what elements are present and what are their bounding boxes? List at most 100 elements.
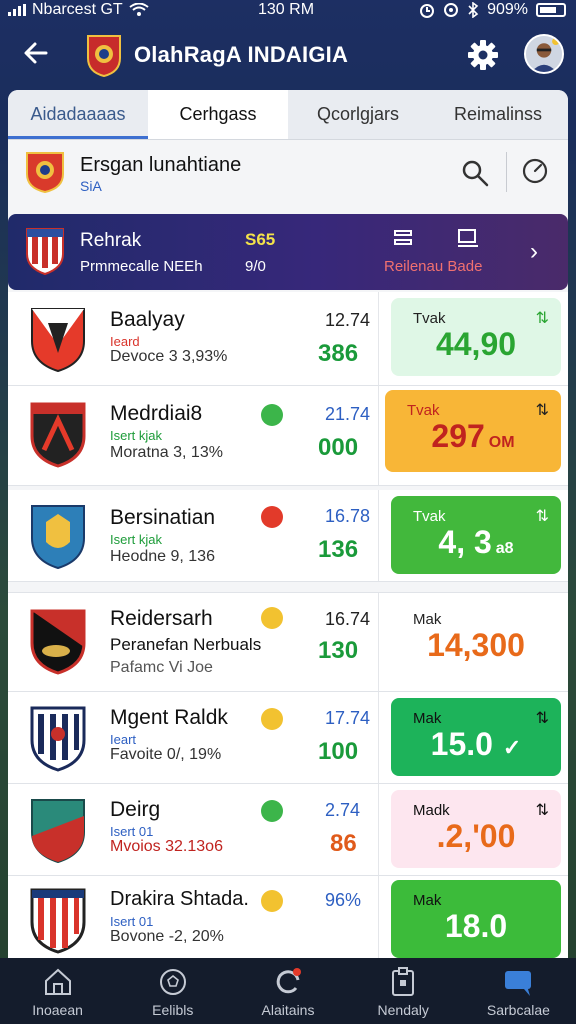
featured-match[interactable]: Rehrak Prmmecalle NEEh S65 9/0 Reilenau … xyxy=(8,214,568,290)
status-indicator xyxy=(261,890,283,912)
odds-label: Tvak xyxy=(413,508,446,525)
team-row[interactable]: Mgent Raldk Ieart Favoite 0/, 19% 17.74 … xyxy=(8,692,568,784)
odds-number: 15.0 xyxy=(430,726,493,762)
featured-score: S65 xyxy=(245,230,276,249)
refresh-icon xyxy=(276,968,301,994)
user-photo xyxy=(526,36,562,72)
chevron-right-icon: › xyxy=(530,238,538,265)
team-name: Baalyay xyxy=(110,308,185,331)
odds-box[interactable]: Mak 18.0 xyxy=(391,880,561,958)
battery-icon xyxy=(536,3,566,17)
odds-suffix: a8 xyxy=(495,540,514,557)
tab-3[interactable]: Qcorlgjars xyxy=(288,90,428,139)
team-crest-icon xyxy=(26,228,64,276)
team-percent: 16.74 xyxy=(325,609,371,629)
tab-2[interactable]: Cerhgass xyxy=(148,90,288,139)
team-tag: Isert 01 xyxy=(110,914,154,929)
team-points: 130 xyxy=(318,637,359,664)
signal-icon xyxy=(8,4,26,16)
chat-icon xyxy=(505,971,532,996)
team-meta: Devoce 3 3,93% xyxy=(110,348,228,365)
app-title: OlahRagA INDAIGIA xyxy=(134,42,349,67)
nav-label: Inoaean xyxy=(32,1002,83,1018)
search-icon xyxy=(462,160,489,187)
odds-value: 15.0 ✓ xyxy=(391,726,561,763)
sort-icon: ⇅ xyxy=(535,508,549,525)
team-percent: 12.74 xyxy=(325,310,371,330)
odds-box[interactable]: Madk ⇅ .2,'00 xyxy=(391,790,561,868)
odds-number: 297 xyxy=(431,418,485,454)
tv-icon xyxy=(458,229,478,247)
check-icon: ✓ xyxy=(502,735,522,760)
nav-calendar[interactable]: Nendaly xyxy=(346,958,461,1024)
ball-icon xyxy=(159,969,186,995)
app-logo xyxy=(87,35,121,78)
nav-label: Eelibls xyxy=(152,1002,194,1018)
home-icon xyxy=(44,968,71,995)
team-meta: Pafamc Vi Joe xyxy=(110,659,213,676)
odds-label: Tvak xyxy=(407,402,440,419)
alarm-icon xyxy=(420,4,435,18)
team-tag: Isert kjak xyxy=(110,428,163,443)
team-name: Deirg xyxy=(110,798,161,821)
team-points: 86 xyxy=(330,830,357,857)
clock-icon xyxy=(522,158,548,184)
odds-box[interactable]: Mak 14,300 xyxy=(391,599,561,677)
team-points: 000 xyxy=(318,434,359,461)
app-header: OlahRagA INDAIGIA xyxy=(0,26,576,86)
team-crest-icon xyxy=(31,505,85,570)
bottom-nav: Inoaean Eelibls Alaitains Nendaly Sarbca… xyxy=(0,958,576,1024)
odds-box[interactable]: Tvak ⇅ 4, 3 a8 xyxy=(391,496,561,574)
odds-box[interactable]: Tvak ⇅ 44,90 xyxy=(391,298,561,376)
nav-live[interactable]: Alaitains xyxy=(230,958,345,1024)
team-row[interactable]: Reidersarh Peranefan Nerbuals Pafamc Vi … xyxy=(8,592,568,692)
search-button[interactable] xyxy=(460,158,490,188)
status-indicator xyxy=(261,800,283,822)
team-row[interactable]: Bersinatian Isert kjak Heodne 9, 136 16.… xyxy=(8,490,568,582)
nav-events[interactable]: Eelibls xyxy=(115,958,230,1024)
featured-label: Reilenau Bade xyxy=(384,258,483,275)
column-divider xyxy=(378,386,379,485)
bluetooth-icon xyxy=(468,2,479,18)
team-meta: Moratna 3, 13% xyxy=(110,444,223,461)
gear-icon xyxy=(468,40,498,70)
team-percent: 2.74 xyxy=(325,800,361,820)
nav-home[interactable]: Inoaean xyxy=(0,958,115,1024)
status-indicator xyxy=(261,506,283,528)
team-points: 136 xyxy=(318,536,359,563)
status-indicator xyxy=(261,708,283,730)
team-meta: Heodne 9, 136 xyxy=(110,548,215,565)
league-name: Ersgan lunahtiane xyxy=(80,154,242,176)
status-indicator xyxy=(261,404,283,426)
clock: 130 RM xyxy=(258,1,315,18)
featured-team-name: Rehrak xyxy=(80,230,142,251)
odds-value: 18.0 xyxy=(444,908,508,944)
settings-button[interactable] xyxy=(466,38,500,72)
team-tag: Ieard xyxy=(110,334,140,349)
user-avatar[interactable] xyxy=(524,34,564,74)
stats-icon xyxy=(394,230,412,245)
team-crest-icon xyxy=(30,888,86,954)
back-button[interactable] xyxy=(18,38,54,74)
timer-button[interactable] xyxy=(520,156,550,186)
tab-1[interactable]: Aidadaaaas xyxy=(8,90,148,139)
team-row[interactable]: Medrdiai8 Isert kjak Moratna 3, 13% 21.7… xyxy=(8,386,568,486)
battery-percent: 909% xyxy=(487,1,528,18)
team-name: Reidersarh xyxy=(110,607,213,630)
odds-value: 44,90 xyxy=(435,326,517,362)
team-row[interactable]: Deirg Isert 01 Mvoios 32.13o6 2.74 86 Ma… xyxy=(8,784,568,876)
nav-search[interactable]: Sarbcalae xyxy=(461,958,576,1024)
arrow-left-icon xyxy=(24,42,48,64)
featured-score-secondary: 9/0 xyxy=(245,258,266,275)
team-name: Drakira Shtada. xyxy=(110,888,249,910)
team-row[interactable]: Drakira Shtada. Isert 01 Bovone -2, 20% … xyxy=(8,876,568,960)
odds-box[interactable]: Tvak ⇅ 297 OM xyxy=(385,390,561,472)
main-card: Aidadaaaas Cerhgass Qcorlgjars Reimalins… xyxy=(8,90,568,960)
team-name: Medrdiai8 xyxy=(110,402,203,425)
nav-label: Sarbcalae xyxy=(486,1002,550,1018)
team-row[interactable]: Baalyay Ieard Devoce 3 3,93% 12.74 386 T… xyxy=(8,292,568,386)
status-bar: Nbarcest GT 130 RM 909% xyxy=(0,0,576,22)
column-divider xyxy=(378,593,379,691)
tab-4[interactable]: Reimalinss xyxy=(428,90,568,139)
odds-box[interactable]: Mak ⇅ 15.0 ✓ xyxy=(391,698,561,776)
